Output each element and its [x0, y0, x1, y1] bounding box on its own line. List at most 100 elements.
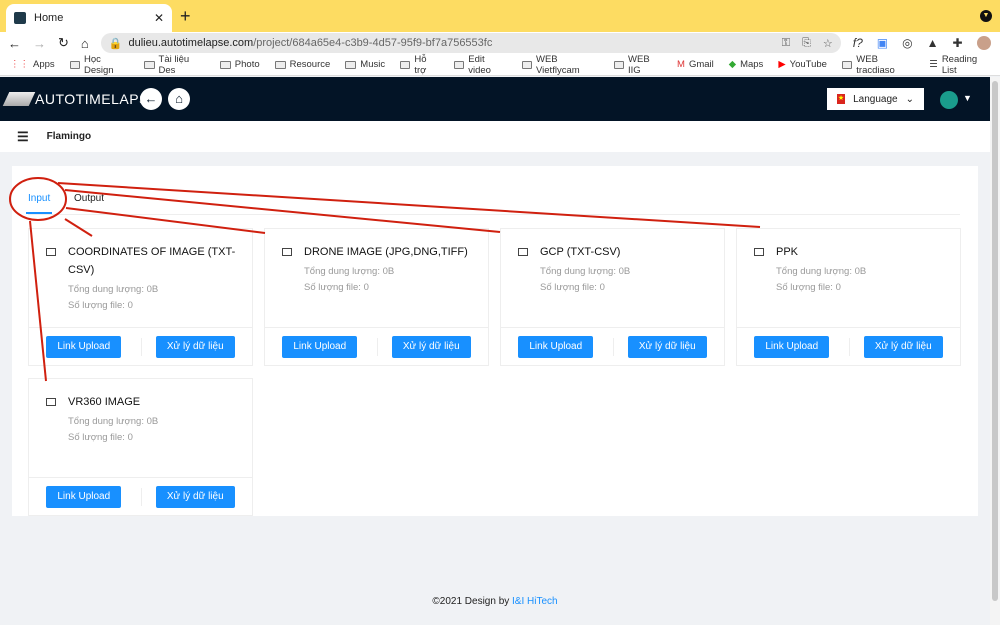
camera-icon[interactable]: ◎ [902, 36, 912, 50]
back-icon[interactable]: ← [8, 36, 21, 51]
bookmark-item[interactable]: Photo [219, 59, 260, 70]
footer-link[interactable]: I&I HiTech [512, 596, 558, 607]
bookmark-item[interactable]: Edit video [453, 54, 507, 76]
folder-icon [613, 60, 625, 69]
bookmark-item[interactable]: WEB tracdiaso [841, 54, 914, 76]
bookmark-item[interactable]: WEB IIG [613, 53, 662, 76]
translate-icon[interactable]: ⎘ [802, 37, 811, 50]
home-button[interactable]: ⌂ [168, 88, 190, 110]
bookmark-item[interactable]: Học Design [69, 53, 130, 76]
key-icon[interactable]: ⚿ [782, 37, 790, 50]
total-size: Tổng dung lượng: 0B [540, 266, 631, 277]
process-data-button[interactable]: Xử lý dữ liệu [155, 335, 235, 358]
file-count: Số lượng file: 0 [304, 281, 369, 293]
bookmark-item[interactable]: Hỗ trợ [400, 54, 439, 76]
bookmark-label: Apps [33, 59, 55, 70]
bookmark-label: Tài liệu Des [158, 53, 190, 76]
reading-list[interactable]: ☰ Reading List [929, 54, 990, 76]
tab-title: Home [34, 12, 64, 24]
total-size: Tổng dung lượng: 0B [776, 266, 867, 277]
tab-list: Input Output [25, 193, 960, 215]
link-upload-button[interactable]: Link Upload [46, 485, 122, 508]
process-data-button[interactable]: Xử lý dữ liệu [863, 335, 943, 358]
bookmark-item[interactable]: ◆ Maps [729, 59, 764, 70]
folder-card: DRONE IMAGE (JPG,DNG,TIFF) Tổng dung lượ… [264, 228, 489, 366]
address-bar[interactable]: 🔒 dulieu.autotimelapse.com/project/684a65… [100, 33, 841, 53]
bookmark-item[interactable]: Resource [274, 59, 330, 70]
tab-search-icon[interactable]: ▼ [980, 10, 992, 22]
bookmark-label: WEB IIG [628, 53, 650, 76]
process-data-button[interactable]: Xử lý dữ liệu [391, 335, 471, 358]
extension-icon[interactable]: ▲ [927, 36, 939, 50]
bookmark-item[interactable]: ▶ YouTube [778, 59, 827, 70]
home-icon[interactable]: ⌂ [81, 36, 89, 51]
folder-icon [521, 60, 532, 69]
bookmark-label: Maps [740, 59, 764, 70]
bookmark-label: Học Design [83, 53, 114, 76]
reading-list-icon: ☰ [929, 59, 938, 70]
link-upload-button[interactable]: Link Upload [518, 335, 594, 358]
profile-avatar[interactable] [976, 36, 991, 50]
bookmark-item[interactable]: ⋮⋮ Apps [10, 59, 55, 70]
browser-tab-bar: Home ✕ + ▼ [0, 0, 1000, 32]
chevron-down-icon: ⌄ [905, 93, 914, 105]
url-host: dulieu.autotimelapse.com [128, 37, 254, 49]
back-button[interactable]: ← [140, 88, 162, 110]
forward-icon[interactable]: → [33, 36, 46, 51]
file-count: Số lượng file: 0 [68, 431, 133, 443]
new-tab-button[interactable]: + [180, 6, 191, 27]
formula-extension-icon[interactable]: f? [853, 36, 863, 50]
folder-icon [274, 60, 286, 69]
bookmark-item[interactable]: M Gmail [677, 59, 714, 70]
project-header: ☰ Flamingo [0, 121, 990, 152]
file-count: Số lượng file: 0 [540, 281, 605, 293]
link-upload-button[interactable]: Link Upload [46, 335, 122, 358]
bookmark-item[interactable]: Music [345, 59, 385, 70]
folder-icon [400, 60, 411, 69]
link-upload-button[interactable]: Link Upload [282, 335, 358, 358]
folder-card: VR360 IMAGE Tổng dung lượng: 0B Số lượng … [28, 378, 253, 516]
youtube-icon: ▶ [778, 59, 786, 70]
card-title: VR360 IMAGE [68, 396, 141, 408]
tab-output[interactable]: Output [74, 193, 104, 204]
scrollbar[interactable] [990, 77, 1000, 625]
folder-icon [282, 248, 292, 256]
tab-input[interactable]: Input [25, 193, 53, 214]
close-tab-icon[interactable]: ✕ [154, 11, 164, 25]
total-size: Tổng dung lượng: 0B [68, 284, 159, 295]
card-title: GCP (TXT-CSV) [540, 246, 621, 258]
maps-icon: ◆ [728, 59, 737, 70]
folder-icon [841, 60, 853, 69]
process-data-button[interactable]: Xử lý dữ liệu [155, 485, 235, 508]
process-data-button[interactable]: Xử lý dữ liệu [627, 335, 707, 358]
language-select[interactable]: ★ Language ⌄ [827, 88, 924, 110]
scrollbar-thumb[interactable] [992, 81, 998, 601]
logo[interactable]: AUTOTIMELAPSE [2, 91, 159, 107]
browser-tab[interactable]: Home ✕ [6, 4, 172, 32]
app-header: AUTOTIMELAPSE ← ⌂ ★ Language ⌄ ▼ [0, 77, 990, 121]
bookmark-star-icon[interactable]: ☆ [823, 37, 833, 50]
folder-card: GCP (TXT-CSV) Tổng dung lượng: 0B Số lượn… [500, 228, 725, 366]
folder-icon [46, 248, 56, 256]
bookmark-item[interactable]: Tài liệu Des [144, 54, 205, 76]
folder-icon [219, 60, 231, 69]
caret-down-icon[interactable]: ▼ [963, 93, 972, 103]
bookmark-label: WEB Vietflycam [536, 53, 580, 76]
url-path: /project/684a65e4-c3b9-4d57-95f9-bf7a756… [253, 37, 493, 49]
reload-icon[interactable]: ↻ [58, 35, 69, 51]
logo-mark-icon [2, 92, 36, 106]
footer: ©2021 Design by I&I HiTech [0, 596, 990, 607]
puzzle-icon[interactable]: ✚ [953, 36, 963, 50]
google-translate-icon[interactable]: ▣ [877, 36, 888, 50]
user-avatar[interactable] [940, 91, 958, 109]
folder-icon [754, 248, 764, 256]
footer-text: ©2021 Design by [432, 596, 513, 607]
card-title: DRONE IMAGE (JPG,DNG,TIFF) [304, 246, 468, 258]
menu-fold-icon[interactable]: ☰ [17, 129, 29, 145]
folder-icon [518, 248, 528, 256]
vietnam-flag-icon: ★ [837, 94, 846, 104]
bookmark-item[interactable]: WEB Vietflycam [521, 53, 599, 76]
link-upload-button[interactable]: Link Upload [754, 335, 830, 358]
bookmarks-bar: ⋮⋮ Apps Học Design Tài liệu Des Photo Resourc… [0, 54, 1000, 76]
project-name: Flamingo [46, 131, 92, 142]
